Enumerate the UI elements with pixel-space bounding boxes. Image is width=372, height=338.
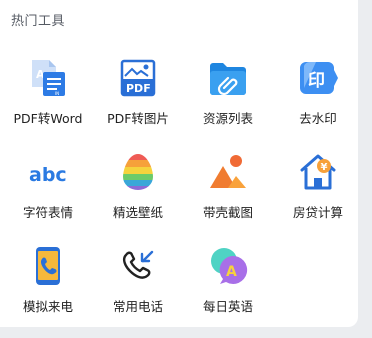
tool-pdf-to-image[interactable]: PDF PDF转图片 (93, 56, 183, 150)
tool-label: 模拟来电 (22, 299, 73, 314)
phone-call-icon (36, 247, 60, 285)
tool-mortgage-calc[interactable]: ¥ 房贷计算 (273, 150, 363, 244)
tool-pdf-to-word[interactable]: A IN PDF转Word (3, 56, 93, 150)
house-coin-icon: ¥ (300, 154, 336, 190)
tool-framed-screenshot[interactable]: 带壳截图 (183, 150, 273, 244)
resource-folder-icon (210, 63, 246, 96)
chat-letter-a-icon: A (211, 248, 248, 284)
tool-label: 每日英语 (202, 299, 253, 314)
incoming-call-icon (122, 250, 154, 279)
tool-fake-call[interactable]: 模拟来电 (3, 244, 93, 338)
tool-label: 字符表情 (22, 205, 73, 220)
svg-text:¥: ¥ (321, 162, 328, 173)
tool-label: 带壳截图 (202, 205, 253, 220)
tool-label: PDF转图片 (107, 111, 169, 126)
svg-text:PDF: PDF (126, 82, 151, 95)
tool-label: 房贷计算 (292, 205, 343, 220)
tool-daily-english[interactable]: A 每日英语 (183, 244, 273, 338)
svg-text:A: A (226, 264, 237, 280)
tool-wallpaper[interactable]: 精选壁纸 (93, 150, 183, 244)
tools-grid: A IN PDF转Word PDF PDF转图片 资源列表 印 去水印 abc … (3, 56, 361, 338)
tool-label: 精选壁纸 (112, 205, 163, 220)
section-title: 热门工具 (11, 14, 66, 29)
pdf-to-image-icon: PDF (120, 59, 156, 97)
tool-label: 去水印 (299, 111, 337, 126)
remove-watermark-icon: 印 (300, 61, 338, 94)
svg-text:abc: abc (29, 164, 67, 186)
tool-remove-watermark[interactable]: 印 去水印 (273, 56, 363, 150)
svg-text:印: 印 (308, 71, 325, 91)
pdf-to-word-icon: A IN (32, 60, 65, 96)
tool-resource-list[interactable]: 资源列表 (183, 56, 273, 150)
tool-label: 资源列表 (202, 111, 253, 126)
tool-label: PDF转Word (13, 111, 83, 126)
tool-common-phones[interactable]: 常用电话 (93, 244, 183, 338)
mountain-sun-icon (210, 155, 246, 188)
rainbow-egg-icon (123, 154, 153, 190)
svg-text:IN: IN (55, 91, 59, 96)
tool-char-emoji[interactable]: abc 字符表情 (3, 150, 93, 244)
abc-text-icon: abc (29, 164, 67, 186)
hot-tools-card: 热门工具 A IN PDF转Word PDF PDF转图片 资源列表 印 去水印… (0, 0, 358, 327)
tool-label: 常用电话 (112, 299, 163, 314)
